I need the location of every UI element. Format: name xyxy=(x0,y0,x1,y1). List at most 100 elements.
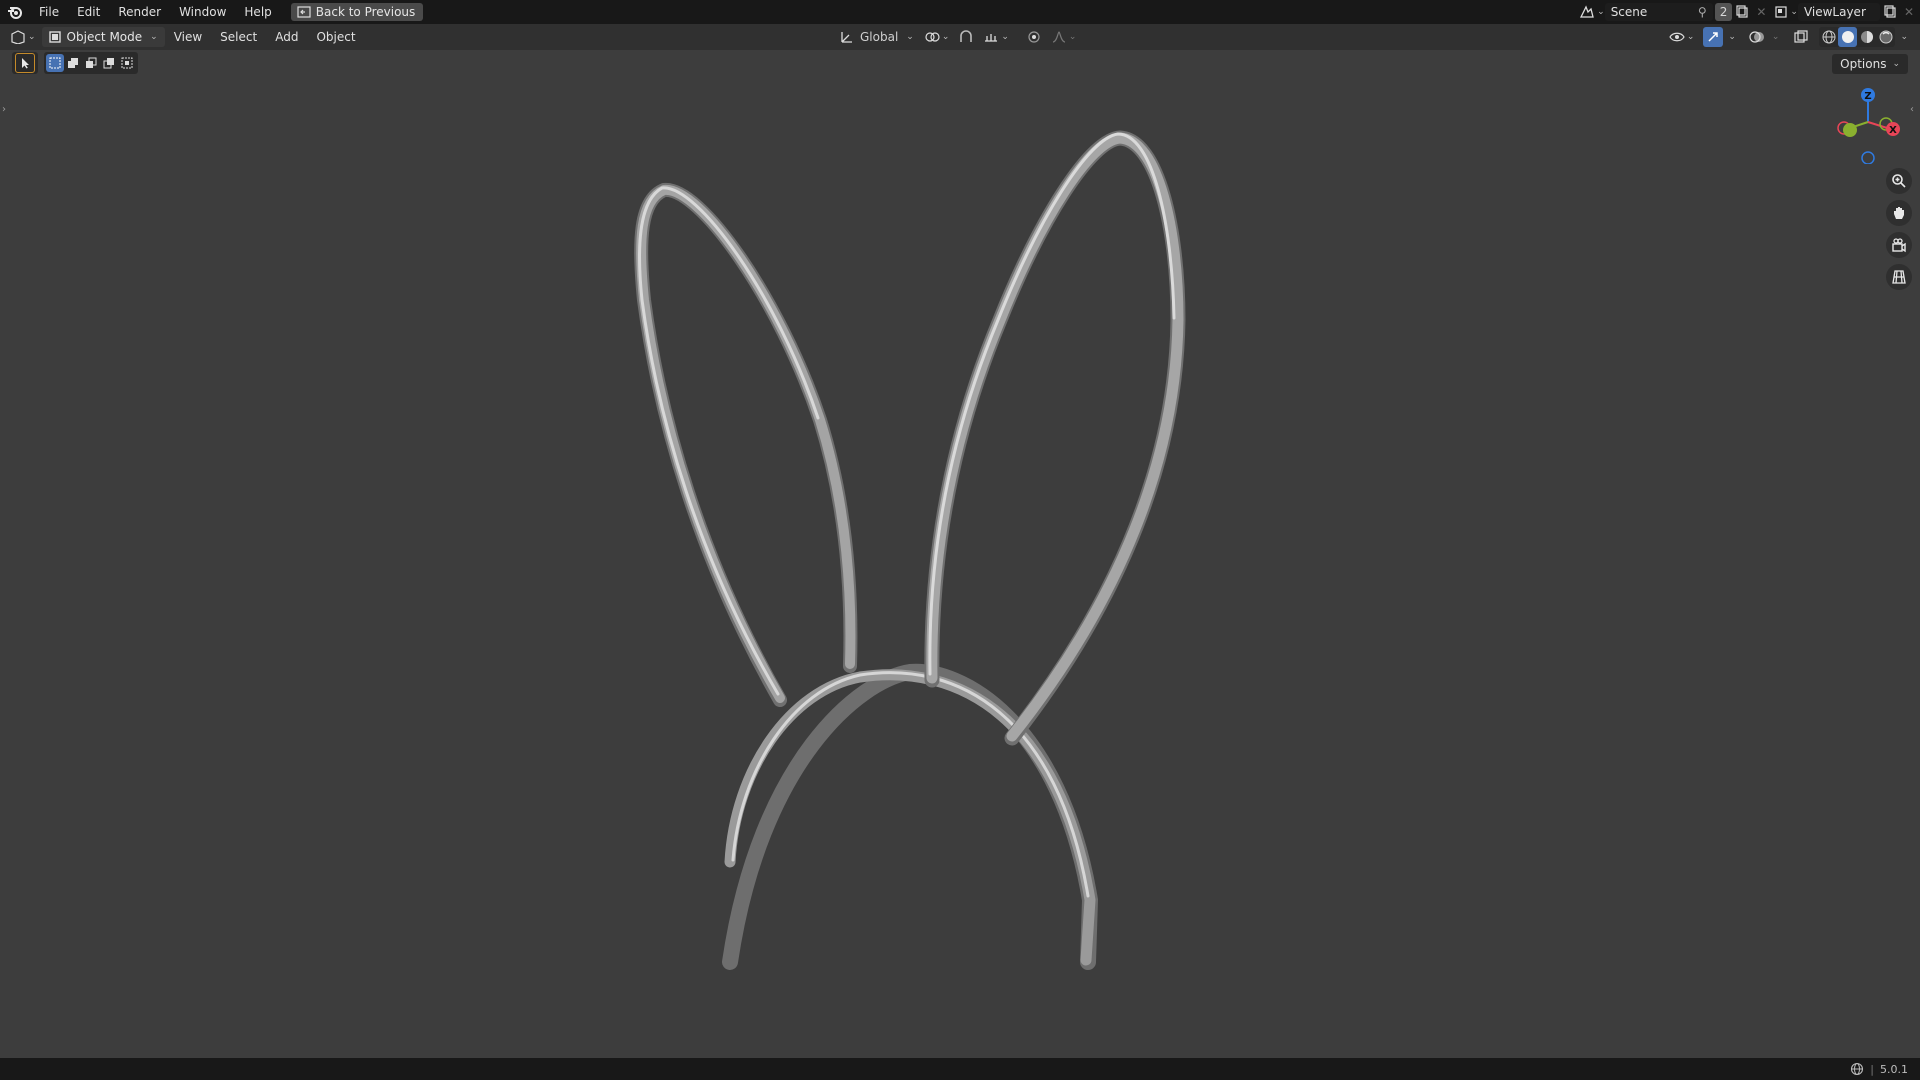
editor-type-selector[interactable]: ⌄ xyxy=(10,27,36,47)
scene-name-field[interactable]: Scene ⚲ xyxy=(1604,3,1713,21)
pivot-point-dropdown[interactable]: ⌄ xyxy=(924,27,949,47)
snap-target-dropdown[interactable]: ⌄ xyxy=(983,27,1009,47)
proportional-edit-icon xyxy=(1028,31,1040,43)
viewport-canvas[interactable] xyxy=(0,0,1920,1080)
view-layer-selector[interactable]: ⌄ xyxy=(1774,2,1798,22)
solid-shading-button[interactable] xyxy=(1838,27,1858,47)
status-separator: | xyxy=(1870,1062,1874,1076)
new-scene-icon[interactable] xyxy=(1732,2,1754,22)
select-extend-icon xyxy=(68,58,78,68)
header-menu-object[interactable]: Object xyxy=(307,30,364,44)
navigation-gizmo[interactable]: Z X xyxy=(1830,84,1910,164)
gizmo-dropdown[interactable]: ⌄ xyxy=(1728,32,1736,42)
right-ear xyxy=(926,132,1184,742)
proportional-edit-toggle[interactable] xyxy=(1023,27,1045,47)
sidebar-expand-arrow[interactable]: ‹ xyxy=(1910,104,1918,118)
material-shading-button[interactable] xyxy=(1857,27,1876,47)
gizmo-icon xyxy=(1708,32,1719,42)
select-mode-subtract-button[interactable] xyxy=(82,54,100,72)
header-menu-view[interactable]: View xyxy=(165,30,211,44)
topbar-right: ⌄ Scene ⚲ 2 ✕ ⌄ ViewLayer ✕ xyxy=(1579,0,1920,24)
pan-button[interactable] xyxy=(1886,200,1912,226)
xray-toggle[interactable] xyxy=(1790,27,1812,47)
scene-selector[interactable]: ⌄ xyxy=(1579,2,1605,22)
new-view-layer-icon[interactable] xyxy=(1880,2,1902,22)
select-mode-intersect-button[interactable] xyxy=(118,54,136,72)
delete-scene-icon[interactable]: ✕ xyxy=(1756,5,1766,19)
visibility-dropdown[interactable]: ⌄ xyxy=(1669,27,1694,47)
proportional-falloff-dropdown[interactable]: ⌄ xyxy=(1051,27,1076,47)
menu-edit[interactable]: Edit xyxy=(68,0,109,24)
network-globe-icon xyxy=(1851,1062,1864,1076)
select-tool-button[interactable] xyxy=(15,53,35,73)
camera-view-icon xyxy=(1892,238,1906,253)
object-mode-icon xyxy=(48,31,61,43)
viewport-navigation-tools xyxy=(1886,168,1912,290)
object-mode-label: Object Mode xyxy=(66,30,143,44)
right-ear-shadow xyxy=(924,130,1186,746)
menu-help[interactable]: Help xyxy=(235,0,280,24)
gizmo-z-negative-axis[interactable] xyxy=(1861,151,1875,164)
pivot-icon xyxy=(925,32,940,42)
solid-shading-icon xyxy=(1841,31,1854,43)
select-mode-new-button[interactable] xyxy=(46,54,64,72)
transform-orientation-icon xyxy=(841,32,852,43)
scene-name: Scene xyxy=(1610,5,1648,19)
options-label: Options xyxy=(1840,57,1887,71)
select-mode-extend-button[interactable] xyxy=(64,54,82,72)
header-center-tools: Global ⌄ ⌄ ⌄ ⌄ xyxy=(836,27,1076,47)
tool-settings-row xyxy=(12,52,138,74)
chevron-down-icon: ⌄ xyxy=(150,32,158,42)
overlay-dropdown[interactable]: ⌄ xyxy=(1772,32,1780,42)
menu-render[interactable]: Render xyxy=(109,0,170,24)
view-layer-field[interactable]: ViewLayer xyxy=(1797,3,1880,21)
top-bar: File Edit Render Window Help Back to Pre… xyxy=(0,0,1920,24)
viewport-header: ⌄ Object Mode ⌄ View Select Add Object G… xyxy=(0,24,1920,50)
gizmo-z-label: Z xyxy=(1864,91,1871,102)
snap-icon xyxy=(960,30,973,42)
object-mode-dropdown[interactable]: Object Mode ⌄ xyxy=(41,27,165,47)
select-mode-invert-button[interactable] xyxy=(100,54,118,72)
snap-toggle[interactable] xyxy=(955,27,977,47)
editor-type-icon xyxy=(11,30,25,44)
snap-increment-icon xyxy=(985,34,998,42)
menu-window[interactable]: Window xyxy=(170,0,235,24)
overlay-icon xyxy=(1749,31,1764,43)
header-menu-select[interactable]: Select xyxy=(211,30,266,44)
perspective-toggle-button[interactable] xyxy=(1886,264,1912,290)
header-menu-add[interactable]: Add xyxy=(266,30,307,44)
falloff-curve-icon xyxy=(1052,31,1066,43)
blender-logo-icon[interactable] xyxy=(0,0,30,24)
wireframe-shading-button[interactable] xyxy=(1819,27,1838,47)
gizmo-x-label: X xyxy=(1889,125,1897,136)
overlay-toggle[interactable] xyxy=(1747,27,1767,47)
wireframe-shading-icon xyxy=(1822,30,1836,44)
menu-file[interactable]: File xyxy=(30,0,68,24)
select-tool-icon xyxy=(22,58,29,69)
select-subtract-icon xyxy=(86,57,97,68)
delete-view-layer-icon[interactable]: ✕ xyxy=(1904,5,1914,19)
status-bar: | 5.0.1 xyxy=(0,1058,1920,1080)
pin-icon[interactable]: ⚲ xyxy=(1698,5,1707,19)
perspective-grid-icon xyxy=(1892,270,1906,284)
bunny-ears-headband-model[interactable] xyxy=(634,130,1186,970)
gizmo-toggle[interactable] xyxy=(1703,27,1724,47)
transform-orientation-dropdown[interactable]: Global ⌄ xyxy=(836,27,918,47)
rendered-shading-button[interactable] xyxy=(1876,27,1895,47)
back-icon xyxy=(297,6,311,18)
visibility-icon xyxy=(1669,32,1685,42)
back-to-previous-button[interactable]: Back to Previous xyxy=(290,3,424,21)
toolbar-expand-arrow[interactable]: › xyxy=(2,104,10,118)
gizmo-y-axis[interactable] xyxy=(1843,123,1857,137)
camera-view-button[interactable] xyxy=(1886,232,1912,258)
options-dropdown[interactable]: Options ⌄ xyxy=(1832,54,1908,74)
select-invert-icon xyxy=(103,58,114,69)
header-right-tools: ⌄ ⌄ ⌄ ⌄ xyxy=(1669,27,1908,47)
transform-orientation-label: Global xyxy=(860,30,899,44)
chevron-down-icon: ⌄ xyxy=(1892,59,1900,69)
shading-options-dropdown[interactable]: ⌄ xyxy=(1900,32,1908,42)
zoom-icon xyxy=(1892,174,1906,188)
rendered-shading-icon xyxy=(1879,30,1893,44)
shading-mode-group xyxy=(1819,27,1896,47)
zoom-button[interactable] xyxy=(1886,168,1912,194)
